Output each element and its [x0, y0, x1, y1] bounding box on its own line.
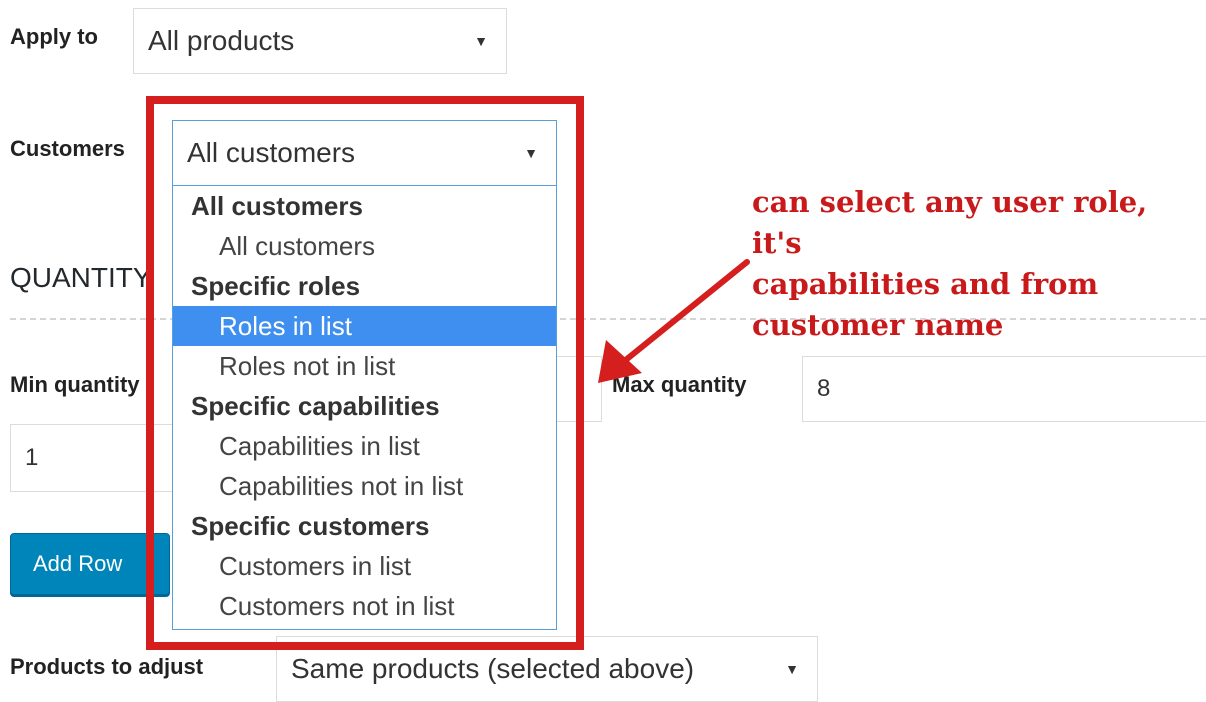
annotation-arrow-icon	[598, 259, 750, 383]
